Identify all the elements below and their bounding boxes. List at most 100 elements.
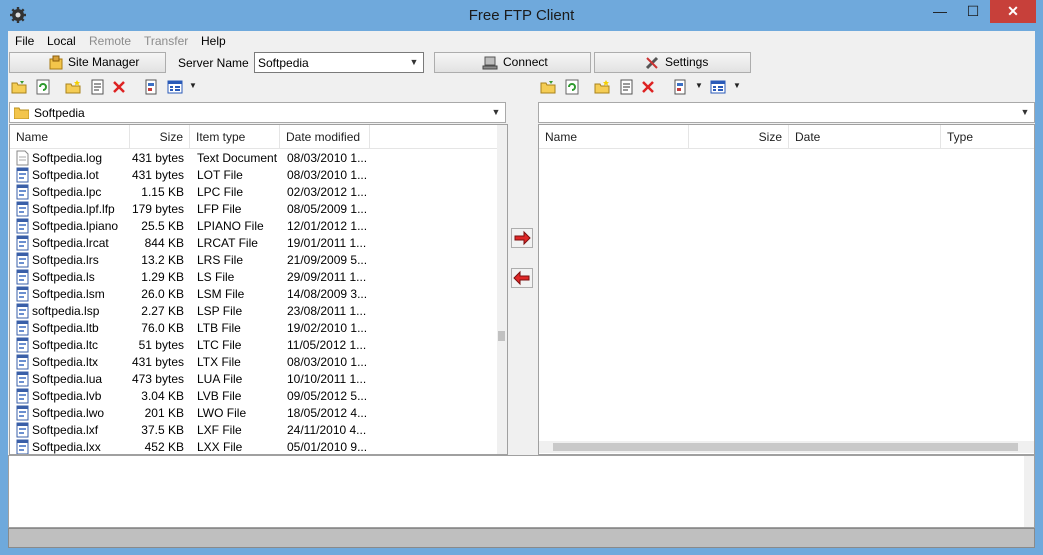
remote-hscrollbar[interactable] (539, 441, 1034, 453)
file-date: 19/01/2011 1... (287, 236, 367, 250)
table-row[interactable]: Softpedia.ltc 51 bytes LTC File 11/05/2012 … (10, 337, 495, 354)
document-icon[interactable] (143, 79, 159, 95)
properties-icon[interactable] (89, 79, 105, 95)
new-folder-icon[interactable] (65, 79, 81, 95)
file-date: 21/09/2009 5... (287, 253, 368, 267)
file-size: 76.0 KB (141, 321, 184, 335)
chevron-down-icon[interactable]: ▼ (1018, 103, 1032, 122)
remote-refresh-icon[interactable] (564, 79, 580, 95)
local-path-value: Softpedia (34, 106, 85, 120)
table-row[interactable]: Softpedia.lwo 201 KB LWO File 18/05/2012 4.… (10, 405, 495, 422)
column-name[interactable]: Name (539, 125, 689, 149)
local-vscrollbar[interactable] (497, 125, 507, 454)
file-date: 11/05/2012 1... (287, 338, 367, 352)
delete-icon[interactable] (111, 79, 127, 95)
remote-list-header: Name Size Date Type (539, 125, 1034, 149)
upload-button[interactable] (511, 228, 533, 248)
remote-view-icon[interactable] (710, 79, 726, 95)
column-name[interactable]: Name (10, 125, 130, 149)
table-row[interactable]: Softpedia.lxx 452 KB LXX File 05/01/2010 9.… (10, 439, 495, 454)
view-dropdown-icon[interactable]: ▼ (189, 81, 197, 90)
remote-view-dropdown-icon[interactable]: ▼ (733, 81, 741, 90)
server-name-label: Server Name (178, 56, 249, 70)
local-scroll-thumb[interactable] (498, 331, 505, 341)
server-name-combo[interactable]: Softpedia ▼ (254, 52, 424, 73)
download-button[interactable] (511, 268, 533, 288)
remote-properties-icon[interactable] (618, 79, 634, 95)
file-type: LSP File (197, 304, 243, 318)
table-row[interactable]: Softpedia.lua 473 bytes LUA File 10/10/2011… (10, 371, 495, 388)
table-row[interactable]: Softpedia.lxf 37.5 KB LXF File 24/11/2010 4… (10, 422, 495, 439)
table-row[interactable]: Softpedia.lsm 26.0 KB LSM File 14/08/2009 3… (10, 286, 495, 303)
column-type[interactable]: Type (941, 125, 1034, 149)
table-row[interactable]: Softpedia.lpiano 25.5 KB LPIANO File 12/01/… (10, 218, 495, 235)
remote-document-icon[interactable] (672, 79, 688, 95)
table-row[interactable]: Softpedia.ls 1.29 KB LS File 29/09/2011 1..… (10, 269, 495, 286)
text-file-icon (16, 150, 29, 166)
log-vscrollbar[interactable] (1024, 456, 1034, 527)
menu-file[interactable]: File (15, 34, 34, 48)
settings-label: Settings (665, 55, 709, 69)
file-date: 10/10/2011 1... (287, 372, 367, 386)
minimize-button[interactable]: — (924, 0, 956, 23)
menu-remote[interactable]: Remote (89, 34, 131, 48)
table-row[interactable]: Softpedia.ltx 431 bytes LTX File 08/03/2010… (10, 354, 495, 371)
remote-document-dropdown-icon[interactable]: ▼ (695, 81, 703, 90)
connect-button[interactable]: Connect (434, 52, 591, 73)
file-icon (16, 371, 29, 387)
file-type: LPIANO File (197, 219, 264, 233)
table-row[interactable]: Softpedia.lpf.lfp 179 bytes LFP File 08/05/… (10, 201, 495, 218)
file-size: 473 bytes (131, 372, 184, 386)
file-name: Softpedia.log (32, 151, 103, 165)
column-size[interactable]: Size (130, 125, 190, 149)
menu-help[interactable]: Help (201, 34, 226, 48)
local-path-combo[interactable]: Softpedia ▼ (9, 102, 506, 123)
remote-path-combo[interactable]: ▼ (538, 102, 1035, 123)
file-icon (16, 201, 29, 217)
file-size: 431 bytes (131, 168, 184, 182)
file-type: LS File (197, 270, 235, 284)
settings-button[interactable]: Settings (594, 52, 751, 73)
table-row[interactable]: Softpedia.lot 431 bytes LOT File 08/03/2010… (10, 167, 495, 184)
local-file-list[interactable]: Name Size Item type Date modified Softpe… (9, 124, 508, 455)
folder-open-icon[interactable] (11, 79, 27, 95)
table-row[interactable]: Softpedia.lpc 1.15 KB LPC File 02/03/2012 1… (10, 184, 495, 201)
file-date: 24/11/2010 4... (287, 423, 367, 437)
remote-delete-icon[interactable] (640, 79, 656, 95)
table-row[interactable]: Softpedia.lvb 3.04 KB LVB File 09/05/2012 5… (10, 388, 495, 405)
remote-folder-open-icon[interactable] (540, 79, 556, 95)
table-row[interactable]: Softpedia.lrcat 844 KB LRCAT File 19/01/201… (10, 235, 495, 252)
table-row[interactable]: softpedia.lsp 2.27 KB LSP File 23/08/2011 1… (10, 303, 495, 320)
file-type: LVB File (197, 389, 242, 403)
file-type: LFP File (197, 202, 242, 216)
file-name: Softpedia.lxf (32, 423, 99, 437)
menu-transfer[interactable]: Transfer (144, 34, 188, 48)
remote-hscroll-thumb[interactable] (553, 443, 1018, 451)
chevron-down-icon[interactable]: ▼ (489, 103, 503, 122)
table-row[interactable]: Softpedia.ltb 76.0 KB LTB File 19/02/2010 1… (10, 320, 495, 337)
arrow-left-icon (513, 270, 530, 286)
remote-new-folder-icon[interactable] (594, 79, 610, 95)
site-manager-button[interactable]: Site Manager (9, 52, 166, 73)
close-button[interactable]: ✕ (990, 0, 1036, 23)
file-icon (16, 337, 29, 353)
chevron-down-icon[interactable]: ▼ (407, 53, 421, 72)
refresh-icon[interactable] (35, 79, 51, 95)
column-date[interactable]: Date (789, 125, 941, 149)
table-row[interactable]: Softpedia.log 431 bytes Text Document 08/03… (10, 150, 495, 167)
menu-local[interactable]: Local (47, 34, 76, 48)
table-row[interactable]: Softpedia.lrs 13.2 KB LRS File 21/09/2009 5… (10, 252, 495, 269)
maximize-button[interactable]: ☐ (957, 0, 989, 23)
view-icon[interactable] (167, 79, 183, 95)
column-date-modified[interactable]: Date modified (280, 125, 370, 149)
folder-icon (14, 107, 29, 119)
column-size[interactable]: Size (689, 125, 789, 149)
file-icon (16, 303, 29, 319)
file-icon (16, 320, 29, 336)
file-size: 13.2 KB (141, 253, 184, 267)
remote-file-list[interactable]: Name Size Date Type (538, 124, 1035, 455)
file-icon (16, 235, 29, 251)
log-area[interactable] (8, 455, 1035, 528)
column-item-type[interactable]: Item type (190, 125, 280, 149)
file-date: 08/03/2010 1... (287, 355, 368, 369)
